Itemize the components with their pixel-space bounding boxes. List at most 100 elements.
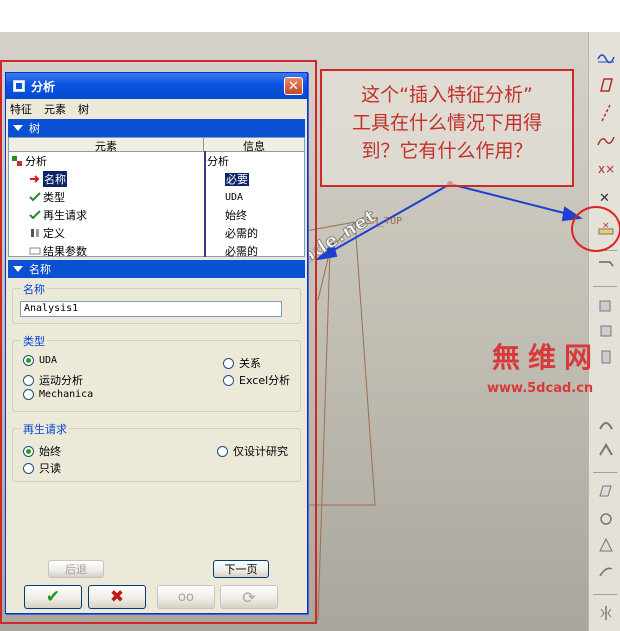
regenerate-button[interactable]: ⟳: [220, 585, 278, 609]
preview-button[interactable]: oo: [157, 585, 215, 609]
dialog-titlebar[interactable]: 分析 ✕: [6, 73, 307, 99]
type-group: 类型 UDA 运动分析 Mechanica 关系 Excel分析: [12, 333, 301, 412]
close-button[interactable]: ✕: [284, 77, 303, 95]
datum-axis-icon[interactable]: [595, 102, 617, 124]
tree-row-regen[interactable]: 再生请求 始终: [9, 206, 304, 224]
analysis-dialog: 分析 ✕ 特征 元素 树 树 元素 信息 分析 分析 名称 必要 类型 UDA …: [5, 72, 308, 614]
site-logo-watermark: 無维网: [492, 341, 601, 374]
collapse-triangle-icon: [13, 266, 23, 272]
tree-info-value: 始终: [225, 209, 247, 222]
tree-row-analysis[interactable]: 分析 分析: [9, 152, 304, 170]
rib-icon[interactable]: [595, 534, 617, 556]
tree-row-type[interactable]: 类型 UDA: [9, 188, 304, 206]
tree-header: 元素 信息: [9, 138, 304, 153]
datum-plane-icon[interactable]: [595, 74, 617, 96]
radio-selected[interactable]: [23, 445, 34, 457]
menu-element[interactable]: 元素: [44, 101, 66, 117]
cancel-button[interactable]: ✖: [88, 585, 146, 609]
column-header-element[interactable]: 元素: [9, 138, 204, 153]
radio-label: Excel分析: [239, 374, 291, 387]
radio-unselected[interactable]: [23, 389, 34, 400]
radio-unselected[interactable]: [23, 374, 34, 386]
tree-section-label: 树: [29, 122, 40, 135]
radio-unselected[interactable]: [217, 445, 228, 457]
column-header-info[interactable]: 信息: [204, 138, 304, 153]
tree-section-header[interactable]: 树: [8, 119, 305, 137]
regen-option-design-study[interactable]: 仅设计研究: [217, 443, 288, 459]
radio-label: 运动分析: [39, 374, 83, 387]
warp-icon[interactable]: [595, 560, 617, 582]
tree-element-label: 名称: [43, 171, 67, 187]
sketch-tool-icon[interactable]: [595, 256, 617, 278]
radio-selected[interactable]: [23, 355, 34, 366]
back-button[interactable]: 后退: [48, 560, 104, 578]
type-group-label: 类型: [21, 333, 47, 349]
round-icon[interactable]: [595, 414, 617, 436]
menu-tree[interactable]: 树: [78, 101, 89, 117]
definition-icon: [31, 229, 39, 237]
draft-icon[interactable]: [595, 480, 617, 502]
analysis-curve-icon[interactable]: [595, 46, 617, 68]
chamfer-icon[interactable]: [595, 440, 617, 462]
shell-icon[interactable]: [595, 508, 617, 530]
cancel-x-icon: ✖: [109, 587, 125, 607]
radio-unselected[interactable]: [23, 462, 34, 474]
ok-button[interactable]: ✔: [24, 585, 82, 609]
tool-highlight-circle: [571, 206, 620, 252]
check-icon: [29, 210, 41, 220]
site-url-watermark: www.5dcad.cn: [487, 381, 594, 396]
dialog-title: 分析: [31, 79, 56, 94]
tree-element-label: 类型: [43, 191, 65, 204]
regen-option-always[interactable]: 始终: [23, 443, 61, 459]
name-section-header[interactable]: 名称: [8, 260, 305, 278]
params-icon: [29, 247, 41, 255]
menu-feature[interactable]: 特征: [10, 101, 32, 117]
dialog-app-icon: [13, 80, 25, 92]
close-icon: ✕: [288, 78, 299, 94]
radio-label: 只读: [39, 462, 61, 475]
tree-info-value: 必需的: [225, 245, 258, 258]
tree-info-value: 必需的: [225, 227, 258, 240]
question-annotation: 这个“插入特征分析” 工具在什么情况下用得 到？它有什么作用？: [320, 69, 574, 187]
next-button[interactable]: 下一页: [213, 560, 269, 578]
tree-element-label: 分析: [25, 155, 47, 168]
type-option-mechanica[interactable]: Mechanica: [23, 389, 93, 400]
mirror-icon[interactable]: [595, 602, 617, 624]
radio-label: Mechanica: [39, 389, 94, 400]
tree-row-result-params[interactable]: 结果参数 必需的: [9, 242, 304, 260]
type-option-excel[interactable]: Excel分析: [223, 372, 290, 388]
coord-system-icon[interactable]: ✕: [595, 186, 617, 208]
feature-icon: [12, 156, 22, 166]
tree-element-label: 再生请求: [43, 209, 87, 222]
type-option-uda[interactable]: UDA: [23, 355, 57, 366]
checkmark-icon: ✔: [45, 587, 61, 607]
radio-unselected[interactable]: [223, 374, 234, 386]
regen-group-label: 再生请求: [21, 421, 69, 437]
name-input[interactable]: Analysis1: [20, 301, 282, 317]
datum-point-icon[interactable]: x×: [595, 158, 617, 180]
datum-curve-icon[interactable]: [595, 130, 617, 152]
regen-option-readonly[interactable]: 只读: [23, 460, 61, 476]
tree-info-value: 必要: [225, 173, 249, 186]
right-toolbar: x× ✕ ×: [588, 32, 620, 631]
regen-group: 再生请求 始终 只读 仅设计研究: [12, 421, 301, 482]
radio-unselected[interactable]: [223, 357, 234, 369]
dialog-menubar: 特征 元素 树: [6, 99, 307, 119]
regenerate-icon: ⟳: [242, 587, 256, 607]
glasses-icon: oo: [178, 589, 194, 605]
radio-label: UDA: [39, 355, 58, 366]
name-group: 名称 Analysis1: [12, 281, 301, 324]
type-option-motion[interactable]: 运动分析: [23, 372, 83, 388]
svg-text:✕: ✕: [599, 191, 610, 206]
type-option-relation[interactable]: 关系: [223, 355, 261, 371]
question-text: 这个“插入特征分析” 工具在什么情况下用得 到？它有什么作用？: [351, 84, 542, 162]
arrow-icon: [30, 175, 40, 183]
svg-text:x×: x×: [598, 162, 615, 176]
extrude-icon[interactable]: [595, 294, 617, 316]
tree-row-definition[interactable]: 定义 必需的: [9, 224, 304, 242]
tree-row-name[interactable]: 名称 必要: [9, 170, 304, 188]
tree-info-value: 分析: [207, 155, 229, 168]
collapse-triangle-icon: [13, 125, 23, 131]
name-group-label: 名称: [21, 281, 47, 297]
tree-info-value: UDA: [225, 191, 244, 203]
